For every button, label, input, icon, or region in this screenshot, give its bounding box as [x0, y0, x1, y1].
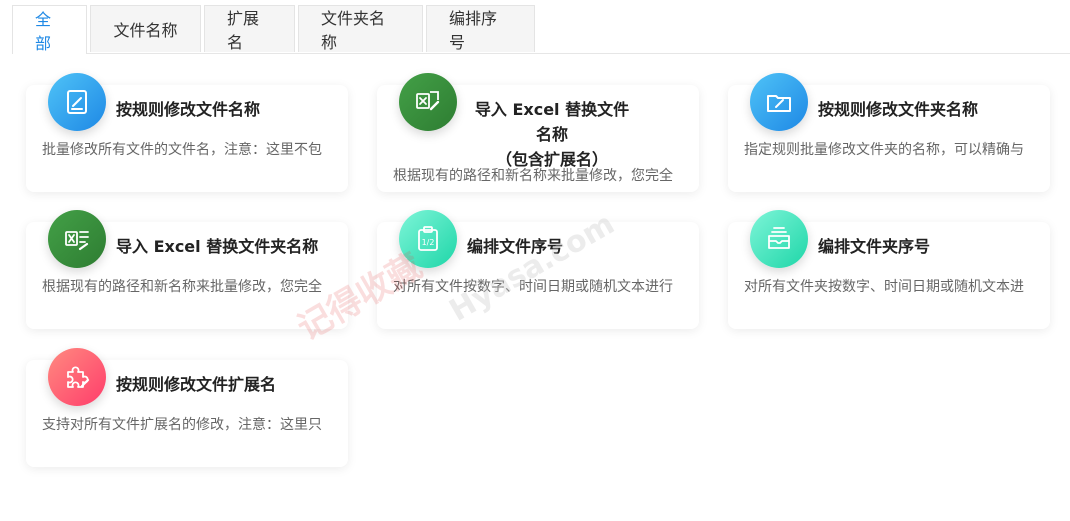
card-title: 导入 Excel 替换文件夹名称: [116, 237, 319, 256]
svg-text:1/2: 1/2: [422, 238, 435, 247]
card-sequence-folders[interactable]: 编排文件夹序号 对所有文件夹按数字、时间日期或随机文本进: [728, 210, 1050, 329]
card-description: 根据现有的路径和新名称来批量修改，您完全: [42, 279, 322, 295]
folder-stack-icon: [750, 210, 808, 268]
card-title: 编排文件序号: [467, 237, 564, 256]
clipboard-number-icon: 1/2: [399, 210, 457, 268]
puzzle-edit-icon: [48, 348, 106, 406]
card-rename-folders-by-rule[interactable]: 按规则修改文件夹名称 指定规则批量修改文件夹的名称，可以精确与: [728, 73, 1050, 192]
excel-list-icon: [48, 210, 106, 268]
card-title: 按规则修改文件扩展名: [116, 375, 277, 394]
card-excel-replace-folder-names[interactable]: 导入 Excel 替换文件夹名称 根据现有的路径和新名称来批量修改，您完全: [26, 210, 348, 329]
folder-edit-icon: [750, 73, 808, 131]
card-description: 对所有文件按数字、时间日期或随机文本进行: [393, 279, 673, 295]
card-title-line1: 导入 Excel 替换文件名称: [474, 100, 630, 144]
card-excel-replace-file-names[interactable]: 导入 Excel 替换文件名称 （包含扩展名） 根据现有的路径和新名称来批量修改…: [377, 73, 699, 192]
card-description: 指定规则批量修改文件夹的名称，可以精确与: [744, 142, 1024, 158]
document-edit-icon: [48, 73, 106, 131]
tab-folder-name[interactable]: 文件夹名称: [298, 5, 423, 52]
excel-import-icon: [399, 73, 457, 131]
card-sequence-files[interactable]: 1/2 编排文件序号 对所有文件按数字、时间日期或随机文本进行: [377, 210, 699, 329]
card-title: 导入 Excel 替换文件名称 （包含扩展名）: [467, 97, 689, 172]
card-title: 按规则修改文件名称: [116, 100, 261, 119]
card-rename-files-by-rule[interactable]: 按规则修改文件名称 批量修改所有文件的文件名，注意：这里不包: [26, 73, 348, 192]
tab-file-name[interactable]: 文件名称: [90, 5, 201, 52]
tab-all[interactable]: 全部: [12, 5, 87, 54]
tab-extension[interactable]: 扩展名: [204, 5, 295, 52]
card-description: 批量修改所有文件的文件名，注意：这里不包: [42, 142, 322, 158]
tab-sequence-number[interactable]: 编排序号: [426, 5, 535, 52]
card-description: 支持对所有文件扩展名的修改，注意：这里只: [42, 417, 322, 433]
card-title: 编排文件夹序号: [818, 237, 931, 256]
card-title: 按规则修改文件夹名称: [818, 100, 979, 119]
category-tabs: 全部 文件名称 扩展名 文件夹名称 编排序号: [12, 5, 1070, 54]
card-description: 根据现有的路径和新名称来批量修改，您完全: [393, 168, 673, 184]
card-description: 对所有文件夹按数字、时间日期或随机文本进: [744, 279, 1024, 295]
card-rename-extension-by-rule[interactable]: 按规则修改文件扩展名 支持对所有文件扩展名的修改，注意：这里只: [26, 348, 348, 467]
